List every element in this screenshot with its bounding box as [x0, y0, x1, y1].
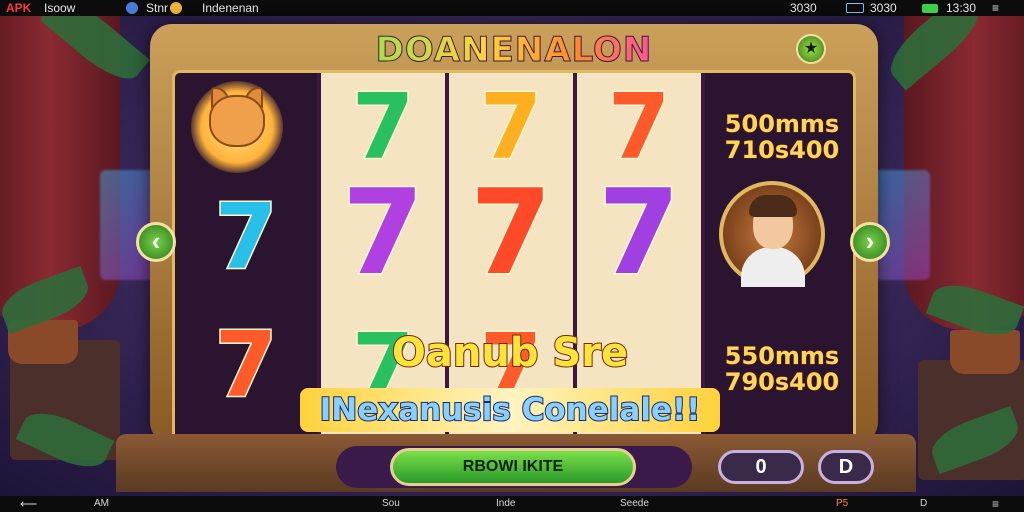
- bonus-top: 500mms 710s400: [705, 110, 853, 164]
- spin-button[interactable]: RBOWI IKITE: [390, 448, 636, 486]
- game-title: DOANENALON: [360, 30, 668, 71]
- zero-button[interactable]: 0: [718, 450, 804, 484]
- bonus-bottom: 550mms 790s400: [705, 342, 853, 396]
- battery-icon: [922, 4, 938, 13]
- menu-icon[interactable]: ≡: [992, 0, 999, 16]
- reel-1: 7 7: [175, 73, 317, 443]
- plant-pot-right: [950, 330, 1020, 374]
- bottom-label-a: AM: [94, 498, 109, 509]
- coin-icon: [170, 2, 182, 14]
- previous-arrow-button[interactable]: ‹: [136, 222, 176, 262]
- globe-icon: [126, 2, 138, 14]
- favorite-button[interactable]: ★: [796, 34, 826, 64]
- banner-subline: INexanusis Conelale!!: [300, 388, 720, 432]
- banner-headline: Oanub Sre: [391, 329, 629, 377]
- seven-symbol: 7: [596, 163, 681, 301]
- bottom-label-b: Sou: [382, 498, 400, 509]
- seven-symbol: 7: [468, 163, 553, 301]
- brand-label: APK: [6, 1, 32, 15]
- brand-suffix: Isoow: [44, 1, 76, 15]
- d-button[interactable]: D: [818, 450, 874, 484]
- seven-symbol: 7: [478, 75, 544, 180]
- seven-symbol: 7: [606, 75, 672, 180]
- bottom-label-c: Inde: [496, 498, 516, 509]
- seven-symbol: 7: [350, 75, 416, 180]
- seven-symbol: 7: [213, 185, 279, 290]
- bottom-status-bar: ⟵ AM Sou Inde Seede P5 D ≡: [0, 496, 1024, 512]
- shiba-dog-symbol: [191, 81, 283, 173]
- next-arrow-button[interactable]: ›: [850, 222, 890, 262]
- bottom-label-d: Seede: [620, 498, 649, 509]
- win-banner: Oanub Sre INexanusis Conelale!!: [300, 322, 720, 442]
- bonus-bottom-line2: 790s400: [724, 368, 840, 396]
- bottom-label-e[interactable]: P5: [836, 496, 848, 512]
- player-portrait: [719, 181, 825, 287]
- top-status-bar: APK Isoow Stnr Indenenan 3030 3030 13:30…: [0, 0, 1024, 16]
- seven-symbol: 7: [213, 313, 279, 418]
- tab-a[interactable]: Stnr: [146, 0, 168, 16]
- mail-icon: [846, 3, 864, 13]
- status-value-b: 3030: [870, 1, 897, 15]
- back-icon[interactable]: ⟵: [20, 496, 37, 512]
- status-value-a: 3030: [790, 1, 817, 15]
- tab-b[interactable]: Indenenan: [202, 0, 259, 16]
- clock-label: 13:30: [946, 1, 977, 15]
- seven-symbol: 7: [340, 163, 425, 301]
- bonus-bottom-line1: 550mms: [724, 342, 840, 370]
- bottom-label-f[interactable]: D: [920, 496, 927, 512]
- bonus-top-line1: 500mms: [724, 110, 840, 138]
- menu-icon[interactable]: ≡: [992, 496, 999, 512]
- bonus-top-line2: 710s400: [724, 136, 840, 164]
- bonus-side-panel: 500mms 710s400 550mms 790s400: [705, 73, 853, 443]
